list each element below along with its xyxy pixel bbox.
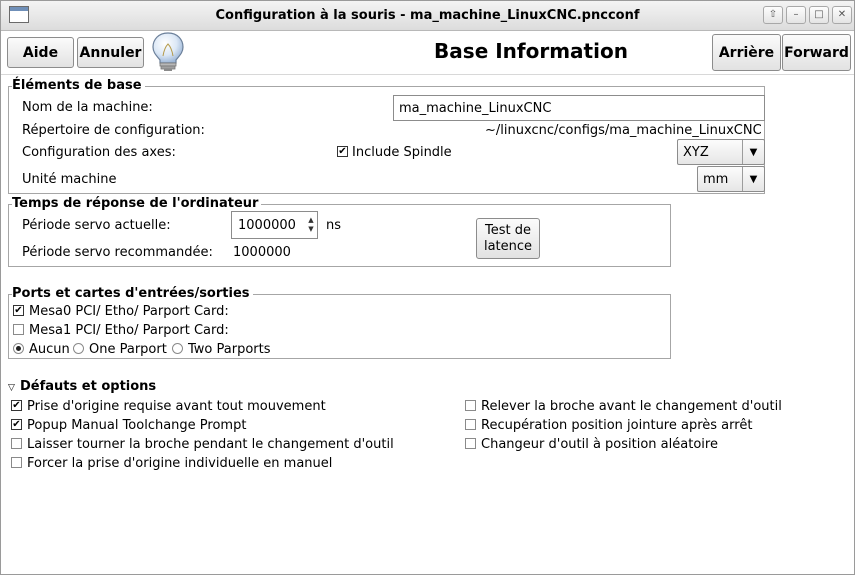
raise-spindle-label[interactable]: Relever la broche avant le changement d'…	[481, 399, 782, 414]
axes-config-value: XYZ	[683, 144, 709, 160]
servo-recommended-value: 1000000	[233, 245, 291, 260]
servo-period-spinner[interactable]: 1000000 ▲ ▼	[231, 211, 318, 239]
toolchange-prompt-checkbox[interactable]: ✔	[11, 419, 22, 430]
back-button[interactable]: Arrière	[712, 34, 781, 71]
servo-period-value: 1000000	[238, 217, 296, 233]
joint-position-recovery-checkbox[interactable]	[465, 419, 476, 430]
servo-recommended-label: Période servo recommandée:	[22, 245, 213, 260]
parport-none-label[interactable]: Aucun	[29, 342, 70, 357]
latency-test-line1: Test de	[485, 222, 531, 238]
spin-up-icon[interactable]: ▲	[308, 216, 313, 224]
config-dir-value: ~/linuxcnc/configs/ma_machine_LinuxCNC	[485, 123, 762, 138]
timing-heading: Temps de réponse de l'ordinateur	[12, 196, 262, 211]
title-bar[interactable]: Configuration à la souris - ma_machine_L…	[1, 1, 854, 31]
parport-one-radio[interactable]	[73, 343, 84, 354]
parport-one-label[interactable]: One Parport	[89, 342, 167, 357]
spindle-during-toolchange-label[interactable]: Laisser tourner la broche pendant le cha…	[27, 437, 394, 452]
raise-spindle-checkbox[interactable]	[465, 400, 476, 411]
machine-name-input[interactable]	[393, 95, 765, 121]
page-title: Base Information	[434, 39, 628, 63]
individual-homing-checkbox[interactable]	[11, 457, 22, 468]
expander-arrow-icon[interactable]: ▽	[8, 383, 15, 393]
servo-unit-label: ns	[326, 218, 342, 233]
mesa1-label[interactable]: Mesa1 PCI/ Etho/ Parport Card:	[29, 323, 229, 338]
latency-test-button[interactable]: Test de latence	[476, 218, 540, 259]
parport-two-radio[interactable]	[172, 343, 183, 354]
cancel-button[interactable]: Annuler	[77, 37, 144, 68]
include-spindle-checkbox[interactable]: ✔	[337, 146, 348, 157]
machine-units-select[interactable]: mm ▼	[697, 166, 765, 192]
pncconf-window: Configuration à la souris - ma_machine_L…	[0, 0, 855, 575]
joint-position-recovery-label[interactable]: Recupération position jointure après arr…	[481, 418, 752, 433]
individual-homing-label[interactable]: Forcer la prise d'origine individuelle e…	[27, 456, 332, 471]
parport-none-radio[interactable]	[13, 343, 24, 354]
toolchange-prompt-label[interactable]: Popup Manual Toolchange Prompt	[27, 418, 246, 433]
homing-required-checkbox[interactable]: ✔	[11, 400, 22, 411]
forward-button[interactable]: Forward	[782, 34, 851, 71]
basic-elements-heading: Éléments de base	[12, 78, 145, 93]
chevron-down-icon: ▼	[742, 140, 764, 164]
defaults-heading[interactable]: Défauts et options	[20, 379, 156, 394]
machine-units-label: Unité machine	[22, 172, 117, 187]
machine-name-label: Nom de la machine:	[22, 100, 153, 115]
mesa0-label[interactable]: Mesa0 PCI/ Etho/ Parport Card:	[29, 304, 229, 319]
axes-config-select[interactable]: XYZ ▼	[677, 139, 765, 165]
spindle-during-toolchange-checkbox[interactable]	[11, 438, 22, 449]
lightbulb-icon[interactable]	[148, 30, 188, 72]
chevron-down-icon: ▼	[742, 167, 764, 191]
axes-config-label: Configuration des axes:	[22, 145, 176, 160]
minimize-window-button[interactable]: –	[786, 6, 806, 24]
include-spindle-label[interactable]: Include Spindle	[352, 145, 452, 160]
mesa0-checkbox[interactable]: ✔	[13, 305, 24, 316]
spin-down-icon[interactable]: ▼	[308, 225, 313, 233]
latency-test-line2: latence	[483, 238, 533, 254]
window-title: Configuration à la souris - ma_machine_L…	[215, 8, 640, 23]
random-toolchanger-label[interactable]: Changeur d'outil à position aléatoire	[481, 437, 718, 452]
servo-current-label: Période servo actuelle:	[22, 218, 171, 233]
ports-heading: Ports et cartes d'entrées/sorties	[12, 286, 253, 301]
machine-units-value: mm	[703, 171, 729, 187]
mesa1-checkbox[interactable]	[13, 324, 24, 335]
parport-two-label[interactable]: Two Parports	[188, 342, 271, 357]
random-toolchanger-checkbox[interactable]	[465, 438, 476, 449]
toolbar-separator	[1, 74, 854, 75]
config-dir-label: Répertoire de configuration:	[22, 123, 205, 138]
spinner-arrows[interactable]: ▲ ▼	[305, 216, 317, 234]
homing-required-label[interactable]: Prise d'origine requise avant tout mouve…	[27, 399, 326, 414]
maximize-window-button[interactable]: □	[809, 6, 829, 24]
help-button[interactable]: Aide	[7, 37, 74, 68]
shade-window-button[interactable]: ⇧	[763, 6, 783, 24]
close-window-button[interactable]: ✕	[832, 6, 852, 24]
